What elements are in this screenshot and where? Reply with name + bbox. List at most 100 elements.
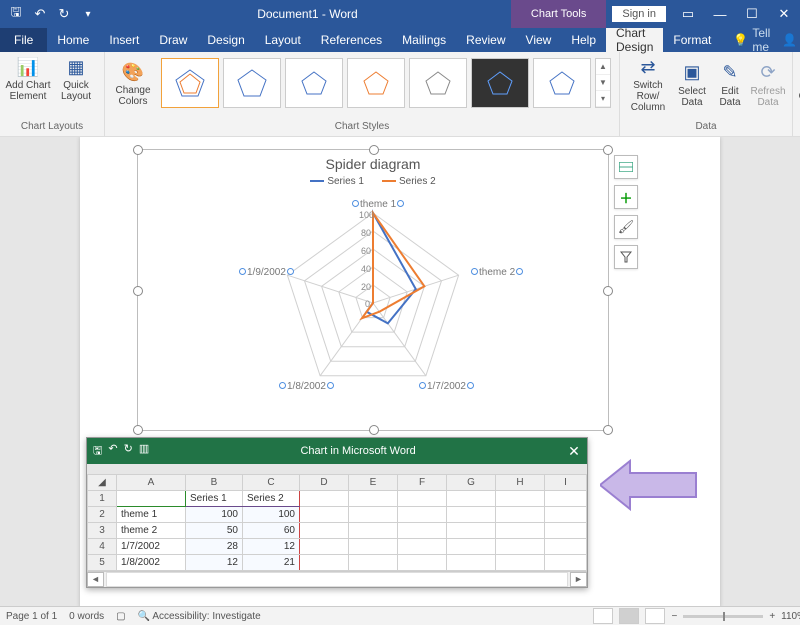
- selection-handle[interactable]: [603, 286, 613, 296]
- title-bar: 🖫 ↶ ↻ ▾ Document1 - Word Chart Tools Sig…: [0, 0, 800, 28]
- chart-legend[interactable]: Series 1 Series 2: [138, 172, 608, 191]
- selection-handle[interactable]: [369, 425, 379, 435]
- ribbon-group-data: ⇄ Switch Row/ Column ▣ Select Data ✎ Edi…: [620, 52, 793, 136]
- svg-text:60: 60: [361, 246, 371, 256]
- selection-handle[interactable]: [133, 145, 143, 155]
- tab-view[interactable]: View: [516, 28, 562, 52]
- scroll-track[interactable]: [106, 572, 568, 587]
- svg-text:20: 20: [361, 282, 371, 292]
- tab-file[interactable]: File: [0, 28, 47, 52]
- scroll-right-icon[interactable]: ►: [570, 572, 587, 587]
- quick-layout-icon: ▦: [65, 56, 87, 78]
- xl-save-icon[interactable]: 🖫: [93, 442, 102, 461]
- chart-data-titlebar[interactable]: 🖫 ↶ ↻ ▥ Chart in Microsoft Word ✕: [87, 438, 587, 464]
- switch-row-column-button[interactable]: ⇄ Switch Row/ Column: [624, 54, 672, 113]
- zoom-slider[interactable]: [683, 615, 763, 618]
- chart-data-hscroll[interactable]: ◄ ►: [87, 571, 587, 587]
- xl-redo-icon[interactable]: ↻: [124, 442, 133, 461]
- axis-label-1[interactable]: theme 2: [470, 267, 524, 278]
- close-icon[interactable]: ✕: [768, 0, 800, 28]
- chart-object[interactable]: Spider diagram Series 1 Series 2: [137, 149, 609, 431]
- chart-style-1[interactable]: [161, 58, 219, 108]
- qat-customize-icon[interactable]: ▾: [78, 4, 98, 24]
- save-icon[interactable]: 🖫: [6, 4, 26, 24]
- quick-layout-button[interactable]: ▦ Quick Layout: [52, 54, 100, 102]
- tab-review[interactable]: Review: [456, 28, 515, 52]
- selection-handle[interactable]: [369, 145, 379, 155]
- tell-me[interactable]: 💡Tell me: [733, 26, 770, 54]
- chart-filters-button[interactable]: [614, 245, 638, 269]
- status-proofing-icon[interactable]: ▢: [116, 611, 125, 622]
- legend-swatch-1: [310, 180, 324, 182]
- svg-text:100: 100: [359, 210, 374, 220]
- radar-plot[interactable]: 100 80 60 40 20 0 theme 1 theme 2 1/7/20…: [138, 191, 608, 401]
- chart-tools-context-tab[interactable]: Chart Tools: [511, 0, 606, 28]
- ribbon-tabs: File Home Insert Draw Design Layout Refe…: [0, 28, 800, 52]
- chart-elements-button[interactable]: [614, 155, 638, 179]
- maximize-icon[interactable]: ☐: [736, 0, 768, 28]
- add-chart-element-button[interactable]: 📊 Add Chart Element: [4, 54, 52, 102]
- chart-style-scroll[interactable]: ▲▼▾: [595, 58, 611, 108]
- status-page[interactable]: Page 1 of 1: [6, 611, 57, 622]
- scroll-left-icon[interactable]: ◄: [87, 572, 104, 587]
- add-chart-element-icon: 📊: [17, 56, 39, 78]
- edit-data-button[interactable]: ✎ Edit Data: [712, 54, 748, 113]
- xl-undo-icon[interactable]: ↶: [108, 442, 117, 461]
- view-print-layout[interactable]: [619, 608, 639, 624]
- chart-data-ribbon-collapsed: [87, 464, 587, 474]
- zoom-out-icon[interactable]: −: [671, 611, 677, 622]
- switch-row-column-icon: ⇄: [637, 56, 659, 78]
- selection-handle[interactable]: [133, 286, 143, 296]
- tab-insert[interactable]: Insert: [99, 28, 149, 52]
- zoom-in-icon[interactable]: +: [769, 611, 775, 622]
- status-words[interactable]: 0 words: [69, 611, 104, 622]
- selection-handle[interactable]: [133, 425, 143, 435]
- tab-mailings[interactable]: Mailings: [392, 28, 456, 52]
- share-button[interactable]: 👤Share: [770, 33, 800, 47]
- redo-icon[interactable]: ↻: [54, 4, 74, 24]
- select-data-icon: ▣: [681, 62, 703, 84]
- chart-data-close-icon[interactable]: ✕: [561, 443, 587, 460]
- selection-handle[interactable]: [603, 145, 613, 155]
- axis-label-3[interactable]: 1/8/2002: [278, 381, 335, 392]
- sign-in-button[interactable]: Sign in: [612, 6, 666, 22]
- tab-references[interactable]: References: [311, 28, 392, 52]
- chart-style-3[interactable]: [285, 58, 343, 108]
- chart-style-4[interactable]: [347, 58, 405, 108]
- tab-format[interactable]: Format: [663, 28, 721, 52]
- chart-style-5[interactable]: [409, 58, 467, 108]
- chart-data-grid[interactable]: ◢ A B C D E F G H I 1 Series 1 Series 2: [87, 474, 587, 571]
- chart-styles-button[interactable]: ＋: [614, 185, 638, 209]
- ribbon-options-icon[interactable]: ▭: [672, 0, 704, 28]
- axis-label-2[interactable]: 1/7/2002: [418, 381, 475, 392]
- tab-help[interactable]: Help: [561, 28, 606, 52]
- chart-style-7[interactable]: [533, 58, 591, 108]
- tab-home[interactable]: Home: [47, 28, 99, 52]
- tab-design[interactable]: Design: [197, 28, 254, 52]
- zoom-level[interactable]: 110%: [781, 611, 800, 622]
- xl-open-excel-icon[interactable]: ▥: [139, 442, 149, 461]
- page: Spider diagram Series 1 Series 2: [80, 137, 720, 608]
- status-accessibility[interactable]: 🔍 Accessibility: Investigate: [138, 611, 261, 622]
- document-area[interactable]: Spider diagram Series 1 Series 2: [0, 137, 800, 608]
- select-data-button[interactable]: ▣ Select Data: [672, 54, 712, 113]
- chart-brush-button[interactable]: 🖌: [614, 215, 638, 239]
- selection-handle[interactable]: [603, 425, 613, 435]
- minimize-icon[interactable]: —: [704, 0, 736, 28]
- tab-draw[interactable]: Draw: [149, 28, 197, 52]
- axis-label-0[interactable]: theme 1: [351, 199, 405, 210]
- annotation-arrow: [600, 455, 700, 515]
- select-all-cell[interactable]: ◢: [88, 475, 117, 491]
- chart-style-6[interactable]: [471, 58, 529, 108]
- chart-data-window[interactable]: 🖫 ↶ ↻ ▥ Chart in Microsoft Word ✕ ◢ A B …: [86, 437, 588, 588]
- undo-icon[interactable]: ↶: [30, 4, 50, 24]
- tab-chart-design[interactable]: Chart Design: [606, 28, 663, 52]
- view-read-mode[interactable]: [593, 608, 613, 624]
- change-colors-button[interactable]: 🎨 Change Colors: [109, 59, 157, 107]
- ribbon-group-chart-layouts: 📊 Add Chart Element ▦ Quick Layout Chart…: [0, 52, 105, 136]
- view-web-layout[interactable]: [645, 608, 665, 624]
- svg-text:40: 40: [361, 264, 371, 274]
- chart-style-2[interactable]: [223, 58, 281, 108]
- tab-layout[interactable]: Layout: [255, 28, 311, 52]
- axis-label-4[interactable]: 1/9/2002: [238, 267, 295, 278]
